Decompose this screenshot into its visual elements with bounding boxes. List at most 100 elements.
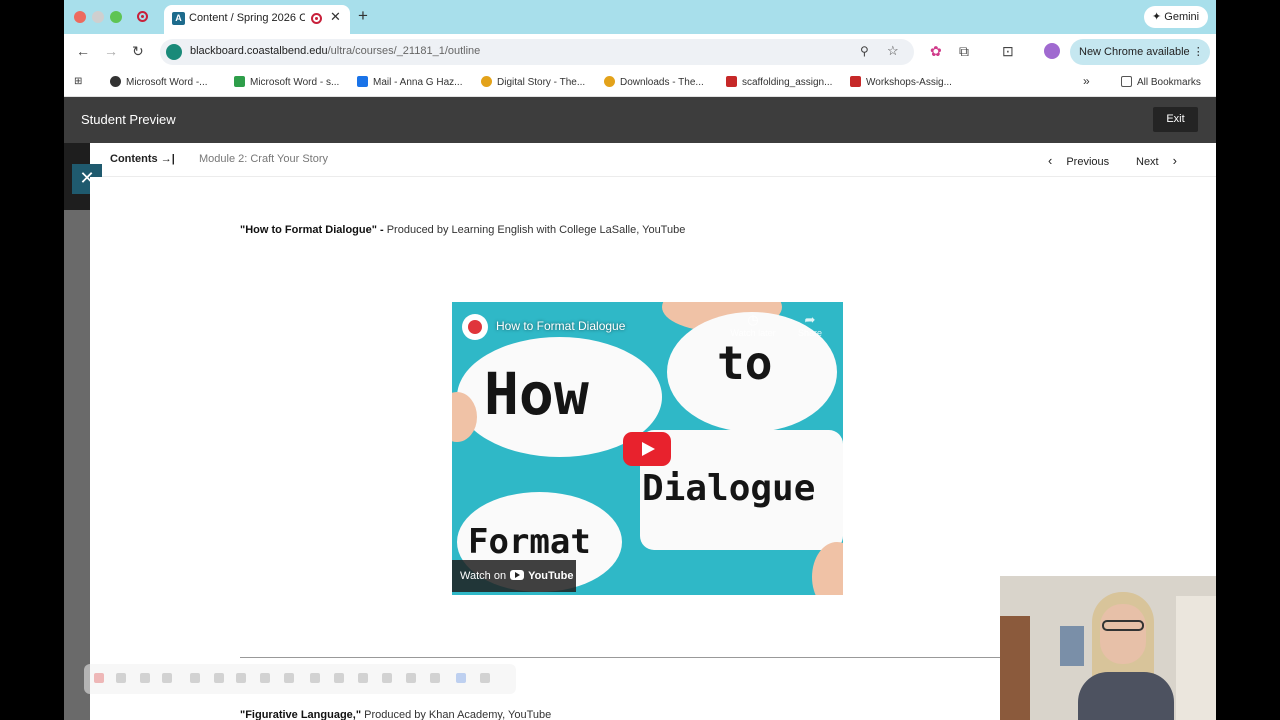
channel-logo-icon[interactable] [462, 314, 488, 340]
emoji-icon[interactable] [382, 673, 392, 683]
bookmark-label: Mail - Anna G Haz... [373, 77, 463, 88]
sheet-icon [234, 76, 245, 87]
bookmark-item[interactable]: Mail - Anna G Haz... [357, 76, 462, 88]
maximize-window-button[interactable] [110, 11, 122, 23]
extensions-puzzle-icon[interactable]: ⧉ [959, 43, 969, 60]
new-chrome-label: New Chrome available [1079, 46, 1190, 58]
preview-title: Student Preview [81, 112, 176, 127]
gemini-button[interactable]: ✦ Gemini [1144, 6, 1208, 28]
collapse-icon[interactable] [480, 673, 490, 683]
watch-later-label: Watch later [730, 328, 776, 338]
previous-button[interactable]: ‹ Previous [1048, 153, 1109, 168]
chevron-right-icon: › [1172, 153, 1177, 168]
tab-title: Content / Spring 2026 Co [189, 12, 305, 24]
youtube-video-embed[interactable]: How to Dialogue Format How to Format Dia… [452, 302, 843, 595]
all-bookmarks[interactable]: All Bookmarks [1121, 76, 1201, 88]
url-text: blackboard.coastalbend.edu/ultra/courses… [190, 45, 480, 57]
browser-tab[interactable]: A Content / Spring 2026 Co ✕ [164, 5, 350, 34]
video-word-format: Format [468, 522, 591, 562]
bookmark-label: Microsoft Word -... [126, 77, 208, 88]
student-preview-bar: Student Preview Exit [64, 97, 1216, 143]
drive-icon [604, 76, 615, 87]
video-caption-credit: Produced by Khan Academy, YouTube [361, 709, 552, 720]
bookmarks-bar: ⊞ Microsoft Word -... Microsoft Word - s… [64, 70, 1216, 97]
tab-strip: A Content / Spring 2026 Co ✕ + ✦ Gemini [64, 0, 1216, 34]
new-chrome-button[interactable]: New Chrome available ⋮ [1070, 39, 1210, 65]
bookmark-item[interactable]: Workshops-Assig... [850, 76, 952, 88]
play-button-icon[interactable] [623, 432, 671, 466]
webcam-poster [1060, 626, 1084, 666]
bookmark-item[interactable]: Microsoft Word -... [110, 76, 208, 88]
youtube-play-icon [510, 570, 525, 580]
webcam-shelf [1176, 596, 1216, 720]
next-button[interactable]: Next › [1136, 153, 1177, 168]
zoom-icon[interactable]: ⚲ [860, 44, 869, 58]
tab-recording-icon [311, 13, 322, 24]
tab-close-icon[interactable]: ✕ [330, 9, 341, 25]
close-window-button[interactable] [74, 11, 86, 23]
crop-icon[interactable] [284, 673, 294, 683]
apps-grid-icon[interactable]: ⊞ [74, 76, 82, 87]
more-bookmarks-icon[interactable]: » [1083, 74, 1090, 88]
eraser-icon[interactable] [406, 673, 416, 683]
webcam-door [1000, 616, 1030, 720]
share-button[interactable]: ➦ Share [790, 312, 830, 338]
zoom-out-icon[interactable] [236, 673, 246, 683]
bookmark-label: Digital Story - The... [497, 77, 586, 88]
clear-icon[interactable] [430, 673, 440, 683]
delete-icon[interactable] [162, 673, 172, 683]
pause-icon[interactable] [116, 673, 126, 683]
highlight-icon[interactable] [260, 673, 270, 683]
webcam-person-body [1078, 672, 1174, 720]
bookmark-star-icon[interactable]: ☆ [887, 43, 899, 59]
watch-on-label: Watch on [460, 570, 507, 582]
globe-icon [110, 76, 121, 87]
watch-on-youtube-button[interactable]: Watch on YouTube [452, 560, 576, 592]
pdf-icon [726, 76, 737, 87]
minimize-window-button[interactable] [92, 11, 104, 23]
share-arrow-icon: ➦ [804, 312, 816, 327]
restart-icon[interactable] [140, 673, 150, 683]
site-info-icon[interactable] [166, 44, 182, 60]
video-word-how: How [484, 360, 589, 428]
pen-icon[interactable] [358, 673, 368, 683]
bookmark-item[interactable]: Microsoft Word - s... [234, 76, 339, 88]
drive-icon [481, 76, 492, 87]
back-arrow-icon[interactable]: ← [76, 43, 90, 59]
video-word-to: to [717, 336, 773, 390]
blur-icon[interactable] [334, 673, 344, 683]
forward-arrow-icon[interactable]: → [104, 43, 118, 59]
exit-button[interactable]: Exit [1153, 107, 1198, 132]
video-caption: "Figurative Language," Produced by Khan … [240, 709, 551, 720]
browser-toolbar: ← → ↻ blackboard.coastalbend.edu/ultra/c… [64, 34, 1216, 70]
reload-icon[interactable]: ↻ [132, 43, 144, 60]
profile-avatar[interactable] [1044, 43, 1060, 59]
extension-icon[interactable]: ✿ [930, 43, 942, 60]
cursor-icon[interactable] [190, 673, 200, 683]
divider [240, 657, 1000, 658]
bookmark-item[interactable]: scaffolding_assign... [726, 76, 832, 88]
breadcrumb: Module 2: Craft Your Story [199, 153, 329, 165]
text-icon[interactable] [310, 673, 320, 683]
chevron-left-icon: ‹ [1048, 153, 1053, 168]
right-margin [1216, 0, 1280, 720]
tab-search-icon[interactable]: ⊡ [1002, 43, 1014, 60]
recorder-toolbar[interactable] [84, 664, 516, 694]
camera-icon[interactable] [456, 673, 466, 683]
bookmark-item[interactable]: Digital Story - The... [481, 76, 585, 88]
bookmark-item[interactable]: Downloads - The... [604, 76, 704, 88]
mail-icon [357, 76, 368, 87]
blackboard-favicon-icon: A [172, 12, 185, 25]
new-tab-icon[interactable]: + [358, 6, 368, 26]
clock-icon: ◷ [747, 312, 759, 327]
stop-record-icon[interactable] [94, 673, 104, 683]
background-course-panel [64, 143, 90, 720]
zoom-in-icon[interactable] [214, 673, 224, 683]
video-title[interactable]: How to Format Dialogue [496, 319, 625, 333]
contents-button[interactable]: Contents →| [110, 153, 175, 165]
screen: A Content / Spring 2026 Co ✕ + ✦ Gemini … [64, 0, 1216, 720]
share-label: Share [797, 328, 823, 338]
watch-later-button[interactable]: ◷ Watch later [728, 312, 778, 338]
address-bar[interactable]: blackboard.coastalbend.edu/ultra/courses… [160, 39, 914, 65]
contents-label: Contents [110, 153, 158, 165]
